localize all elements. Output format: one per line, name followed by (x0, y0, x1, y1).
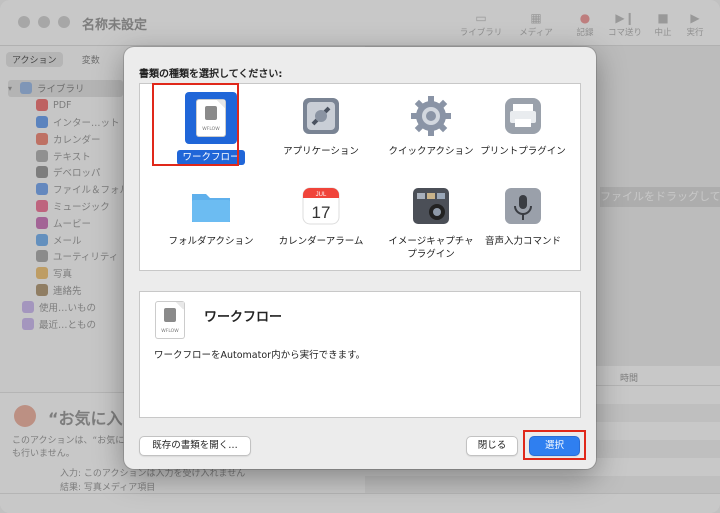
description-text: ワークフローをAutomator内から実行できます。 (154, 350, 366, 361)
description-panel: WFLOW ワークフロー ワークフローをAutomator内から実行できます。 (139, 291, 581, 418)
doc-type-label: イメージキャプチャ プラグイン (388, 236, 474, 260)
doc-type-label: プリントプラグイン (480, 146, 566, 157)
doc-type-calendar-alarm[interactable]: JUL 17 カレンダーアラーム (266, 184, 376, 249)
document-type-dialog: 書類の種類を選択してください: WFLOW ワークフロー アプリケーション クイ… (124, 47, 596, 469)
dialog-heading: 書類の種類を選択してください: (139, 69, 283, 80)
doc-type-label: フォルダアクション (168, 236, 254, 247)
choose-highlight (523, 430, 586, 460)
printer-icon (501, 94, 545, 138)
doc-type-dictation-command[interactable]: 音声入力コマンド (468, 184, 578, 249)
calendar-day: 17 (312, 203, 331, 222)
microphone-icon (501, 184, 545, 228)
calendar-month: JUL (316, 192, 327, 198)
calendar-icon: JUL 17 (299, 184, 343, 228)
application-icon (299, 94, 343, 138)
workflow-file-icon: WFLOW (152, 300, 188, 340)
doc-type-label: 音声入力コマンド (484, 236, 561, 247)
doc-type-folder-action[interactable]: フォルダアクション (156, 184, 266, 249)
doc-type-print-plugin[interactable]: プリントプラグイン (468, 94, 578, 159)
quick-action-gear-icon (409, 94, 453, 138)
doc-type-application[interactable]: アプリケーション (266, 94, 376, 159)
image-capture-icon (409, 184, 453, 228)
selection-highlight (152, 83, 239, 166)
description-title: ワークフロー (204, 310, 283, 325)
doc-type-label: クイックアクション (388, 146, 474, 157)
doc-type-label: アプリケーション (283, 146, 359, 157)
doc-type-label: カレンダーアラーム (278, 236, 364, 247)
close-button[interactable]: 閉じる (466, 436, 518, 456)
open-existing-button[interactable]: 既存の書類を開く… (139, 436, 251, 456)
workflow-icon-text: WFLOW (161, 329, 179, 334)
folder-icon (189, 184, 233, 228)
